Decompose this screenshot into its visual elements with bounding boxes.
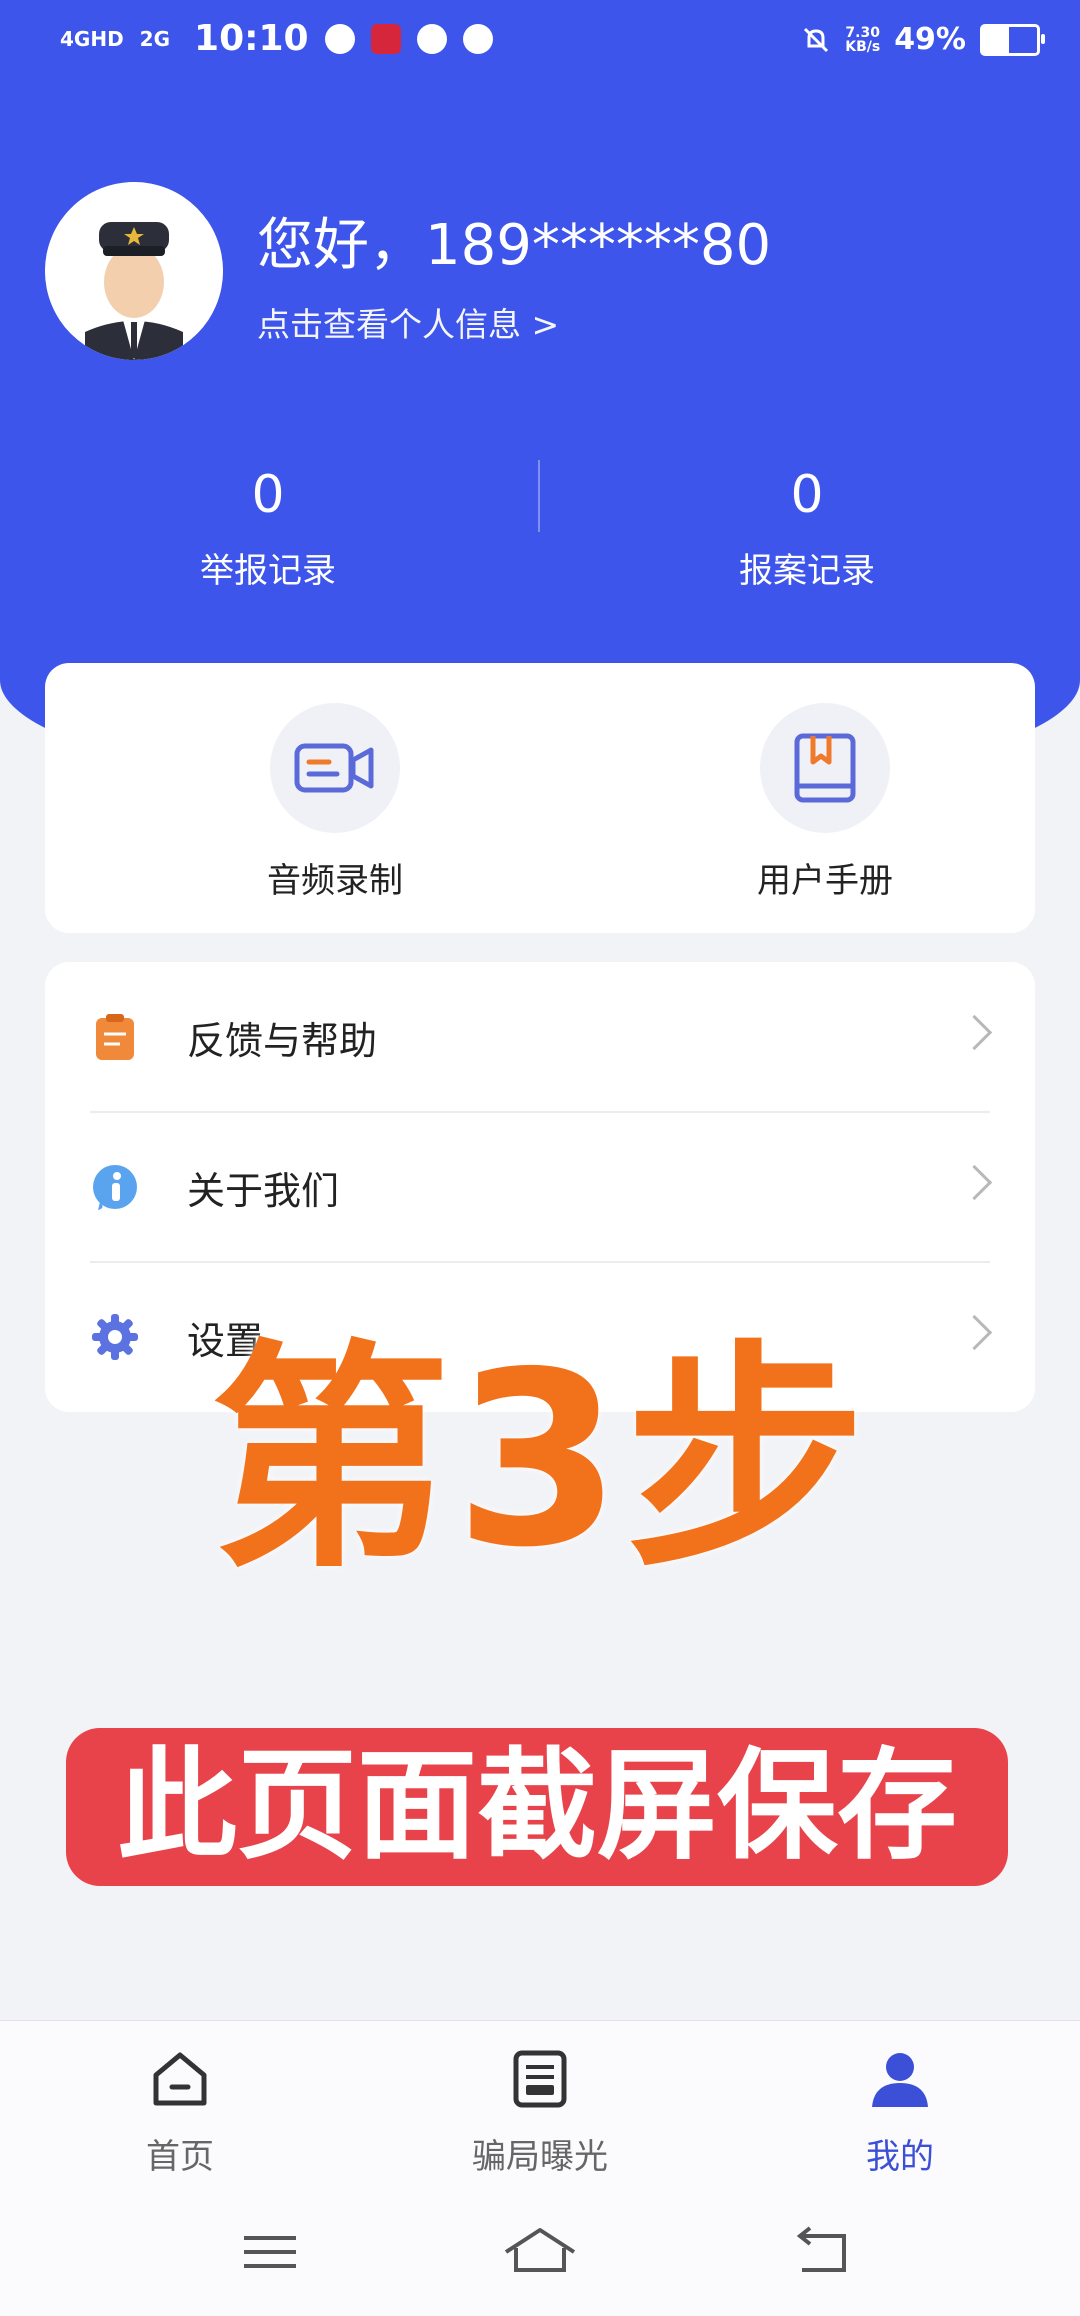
clock: 10:10 (194, 18, 309, 59)
tab-scam-exposure[interactable]: 骗局曝光 (420, 2047, 660, 2178)
avatar[interactable] (45, 182, 223, 360)
case-records-stat[interactable]: 0 报案记录 (657, 465, 957, 592)
info-icon (93, 1165, 137, 1210)
menu-icon[interactable] (230, 2222, 310, 2282)
bottom-tab-bar: 首页 骗局曝光 我的 (0, 2020, 1080, 2191)
report-records-stat[interactable]: 0 举报记录 (118, 465, 418, 592)
report-records-count: 0 (251, 465, 285, 525)
step-overlay-text: 第3步 (210, 1320, 870, 1600)
battery-percent: 49% (894, 22, 966, 57)
battery-icon (980, 23, 1045, 56)
case-records-count: 0 (790, 465, 824, 525)
app-notification-icon (370, 23, 401, 54)
home-nav-icon[interactable] (500, 2222, 580, 2282)
audio-record-button[interactable]: 音频录制 (205, 703, 465, 902)
book-icon (794, 733, 856, 803)
back-icon[interactable] (784, 2222, 864, 2282)
tab-label-mine: 我的 (866, 2137, 934, 2177)
greeting-text: 您好，189******80 (257, 213, 772, 278)
chevron-right-icon (956, 1014, 993, 1051)
mute-bell-icon (804, 27, 829, 52)
menu-item-feedback[interactable]: 反馈与帮助 (45, 962, 1035, 1112)
tab-label-scam-exposure: 骗局曝光 (472, 2137, 608, 2177)
network-indicator-2: 2G (139, 26, 171, 51)
case-records-label: 报案记录 (739, 551, 875, 591)
news-icon (513, 2050, 567, 2108)
chevron-right-icon (956, 1164, 993, 1201)
tab-label-home: 首页 (146, 2137, 214, 2177)
tab-mine[interactable]: 我的 (780, 2047, 1020, 2178)
video-camera-icon (294, 743, 374, 793)
user-manual-button[interactable]: 用户手册 (695, 703, 955, 902)
police-avatar-icon (45, 182, 223, 360)
menu-label-feedback: 反馈与帮助 (187, 1018, 378, 1063)
menu-label-about: 关于我们 (187, 1168, 340, 1213)
clipboard-icon (96, 1014, 134, 1060)
save-screenshot-banner: 此页面截屏保存 (66, 1728, 1008, 1886)
user-manual-label: 用户手册 (757, 861, 893, 901)
speedometer-icon (324, 23, 355, 54)
menu-item-about[interactable]: 关于我们 (45, 1112, 1035, 1262)
report-records-label: 举报记录 (200, 551, 336, 591)
user-icon (872, 2053, 928, 2107)
stats-divider (538, 460, 540, 532)
system-nav-bar (0, 2190, 1080, 2316)
audio-record-label: 音频录制 (267, 861, 403, 901)
status-bar: 4GHD 2G 10:10 7.30 KB/s 49% (0, 0, 1080, 80)
quick-actions-card: 音频录制 用户手册 (45, 663, 1035, 933)
tab-home[interactable]: 首页 (60, 2047, 300, 2178)
browser-icon (462, 23, 493, 54)
chat-icon (416, 23, 447, 54)
view-profile-link[interactable]: 点击查看个人信息 > (257, 298, 559, 346)
network-speed: 7.30 KB/s (845, 24, 881, 55)
network-indicator-1: 4GHD (60, 26, 124, 51)
home-icon (153, 2052, 207, 2106)
